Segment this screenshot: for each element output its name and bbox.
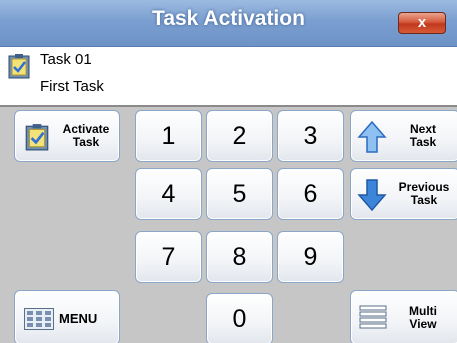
digit-0-button[interactable]: 0 [206, 293, 273, 343]
multi-view-button[interactable]: Multi View [350, 290, 457, 343]
keypad: Activate Task 1 2 3 Next Task 4 5 6 Prev… [0, 105, 457, 343]
digit-2-label: 2 [232, 122, 247, 150]
next-task-button[interactable]: Next Task [350, 110, 457, 162]
list-lines-icon [359, 305, 387, 329]
digit-5-button[interactable]: 5 [206, 168, 273, 220]
arrow-down-icon [357, 179, 387, 212]
digit-6-button[interactable]: 6 [277, 168, 344, 220]
digit-9-label: 9 [303, 243, 318, 271]
digit-9-button[interactable]: 9 [277, 231, 344, 283]
task-info-panel: Task 01 First Task [0, 47, 457, 105]
digit-4-button[interactable]: 4 [135, 168, 202, 220]
task-clipboard-icon [8, 54, 30, 79]
digit-6-label: 6 [303, 180, 318, 208]
task-description: First Task [40, 78, 104, 95]
previous-task-button[interactable]: Previous Task [350, 168, 457, 220]
digit-1-button[interactable]: 1 [135, 110, 202, 162]
task-id: Task 01 [40, 51, 92, 68]
digit-5-label: 5 [232, 180, 247, 208]
title-bar: Task Activation x [0, 0, 457, 47]
digit-7-button[interactable]: 7 [135, 231, 202, 283]
digit-3-button[interactable]: 3 [277, 110, 344, 162]
close-icon: x [417, 14, 427, 31]
window-title: Task Activation [152, 7, 305, 30]
menu-label: MENU [59, 311, 98, 326]
digit-2-button[interactable]: 2 [206, 110, 273, 162]
digit-0-label: 0 [232, 305, 247, 333]
digit-4-label: 4 [161, 180, 176, 208]
digit-8-button[interactable]: 8 [206, 231, 273, 283]
multi-label-line2: View [409, 317, 437, 331]
digit-8-label: 8 [232, 243, 247, 271]
previous-label-line2: Task [410, 193, 438, 207]
task-clipboard-icon [25, 124, 49, 151]
close-button[interactable]: x [398, 12, 446, 34]
menu-grid-icon [24, 308, 54, 330]
next-label-line2: Task [409, 135, 437, 149]
menu-button[interactable]: MENU [14, 290, 120, 343]
activate-label-line2: Task [72, 135, 100, 149]
digit-3-label: 3 [303, 122, 318, 150]
arrow-up-icon [357, 120, 387, 153]
digit-7-label: 7 [161, 243, 176, 271]
activate-task-button[interactable]: Activate Task [14, 110, 120, 162]
task-activation-window: Task Activation x Task 01 First Task Act… [0, 0, 457, 343]
digit-1-label: 1 [161, 122, 176, 150]
